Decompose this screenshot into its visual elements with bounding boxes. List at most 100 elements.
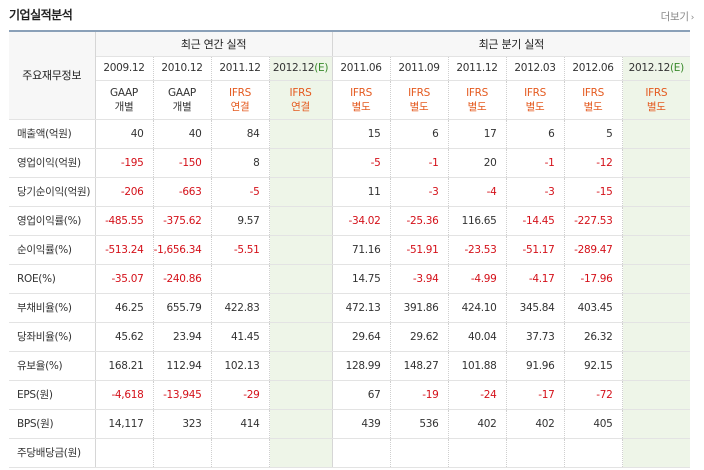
table-cell: [211, 264, 270, 294]
table-cell: [269, 351, 333, 381]
standard-scope: 별도: [583, 100, 603, 113]
period-date-label: 2011.12: [219, 62, 261, 74]
table-cell: [622, 437, 691, 468]
row-label: 당좌비율(%): [9, 322, 96, 352]
standard-scope: 연결: [291, 100, 310, 113]
table-cell: [622, 118, 691, 149]
table-cell: -227.53: [564, 205, 623, 236]
table-row: 영업이익률(%) -485.55 -375.62 9.57 -34.02 -25.36 11…: [9, 205, 691, 236]
table-cell: [622, 409, 691, 439]
table-cell: [269, 148, 333, 178]
standard-scope: 개별: [172, 100, 192, 113]
table-cell: 67: [332, 379, 391, 410]
standard-scope: 개별: [114, 100, 134, 113]
row-label: 영업이익률(%): [9, 205, 96, 236]
table-cell: 20: [448, 148, 507, 178]
period-date: 2012.12(E): [622, 56, 691, 81]
table-cell: -14.45: [506, 205, 565, 236]
accounting-standard: IFRS 별도: [506, 80, 565, 120]
table-cell: [269, 409, 333, 439]
table-cell: [269, 264, 333, 294]
table-cell: 29.64: [332, 322, 391, 352]
accounting-standard: IFRS 별도: [622, 80, 691, 120]
row-label: 유보율(%): [9, 351, 96, 381]
table-cell: [622, 264, 691, 294]
chevron-right-icon: ›: [690, 13, 695, 23]
estimate-mark: (E): [314, 62, 329, 74]
row-label: ROE(%): [9, 264, 96, 294]
more-link[interactable]: 더보기 ›: [660, 9, 695, 24]
period-date-label: 2009.12: [103, 62, 145, 74]
standard-name: GAAP: [110, 86, 138, 99]
table-cell: -485.55: [95, 205, 154, 236]
accounting-standard: IFRS 별도: [564, 80, 623, 120]
table-cell: 101.88: [448, 351, 507, 381]
period-date-label: 2011.09: [398, 62, 440, 74]
table-cell: -4.99: [448, 264, 507, 294]
table-cell: 40: [95, 118, 154, 149]
period-date: 2011.12: [211, 56, 270, 81]
group-header-annual: 최근 연간 실적: [95, 31, 333, 57]
table-cell: 91.96: [506, 351, 565, 381]
table-cell: -35.07: [95, 264, 154, 294]
table-cell: [269, 292, 333, 323]
table-row: 당기순이익(억원) -206 -663 -5 11 -3 -4 -3 -15: [9, 177, 691, 207]
table-cell: 422.83: [211, 292, 270, 323]
table-cell: 8: [211, 148, 270, 178]
table-cell: 345.84: [506, 292, 565, 323]
table-cell: -5.51: [211, 235, 270, 265]
table-cell: [564, 437, 623, 468]
table-row: 유보율(%) 168.21 112.94 102.13 128.99 148.27 101.…: [9, 351, 691, 381]
table-cell: -289.47: [564, 235, 623, 265]
table-cell: -513.24: [95, 235, 154, 265]
table-cell: -206: [95, 177, 154, 207]
standard-name: IFRS: [582, 86, 604, 99]
table-cell: -1: [390, 148, 449, 178]
table-cell: -1: [506, 148, 565, 178]
table-cell: [390, 437, 449, 468]
table-cell: 9.57: [211, 205, 270, 236]
period-date: 2012.03: [506, 56, 565, 81]
row-label: EPS(원): [9, 379, 96, 410]
table-cell: 439: [332, 409, 391, 439]
table-cell: 414: [211, 409, 270, 439]
table-cell: [622, 292, 691, 323]
table-cell: [269, 437, 333, 468]
table-cell: [622, 235, 691, 265]
accounting-standard: IFRS 연결: [211, 80, 270, 120]
table-cell: 45.62: [95, 322, 154, 352]
more-link-label: 더보기: [660, 11, 689, 23]
period-date-label: 2012.12: [272, 62, 315, 74]
table-cell: -34.02: [332, 205, 391, 236]
table-cell: [269, 118, 333, 149]
accounting-standard: GAAP 개별: [95, 80, 154, 120]
table-row: 주당배당금(원): [9, 437, 691, 468]
table-cell: 6: [390, 118, 449, 149]
table-cell: 71.16: [332, 235, 391, 265]
table-cell: [211, 437, 270, 468]
accounting-standard: IFRS 연결: [269, 80, 333, 120]
table-cell: 23.94: [153, 322, 212, 352]
table-cell: 536: [390, 409, 449, 439]
row-label: 매출액(억원): [9, 118, 96, 149]
table-row: 순이익률(%) -513.24 -1,656.34 -5.51 71.16 -51.91-…: [9, 235, 691, 265]
period-date: 2011.12: [448, 56, 507, 81]
label-header: 주요재무정보: [9, 31, 96, 120]
table-cell: -4: [448, 177, 507, 207]
table-cell: [622, 205, 691, 236]
table-cell: -4,618: [95, 379, 154, 410]
table-cell: -23.53: [448, 235, 507, 265]
table-cell: 323: [153, 409, 212, 439]
standard-name: IFRS: [645, 86, 668, 99]
table-cell: 168.21: [95, 351, 154, 381]
period-date-label: 2012.03: [514, 62, 556, 74]
table-cell: -5: [332, 148, 391, 178]
table-cell: 92.15: [564, 351, 623, 381]
period-date: 2009.12: [95, 56, 154, 81]
accounting-standard: IFRS 별도: [332, 80, 391, 120]
row-label: 부채비율(%): [9, 292, 96, 323]
table-cell: -3: [506, 177, 565, 207]
table-cell: 11: [332, 177, 391, 207]
table-cell: 424.10: [448, 292, 507, 323]
table-row: 당좌비율(%) 45.62 23.94 41.45 29.64 29.62 40.04 37.…: [9, 322, 691, 352]
